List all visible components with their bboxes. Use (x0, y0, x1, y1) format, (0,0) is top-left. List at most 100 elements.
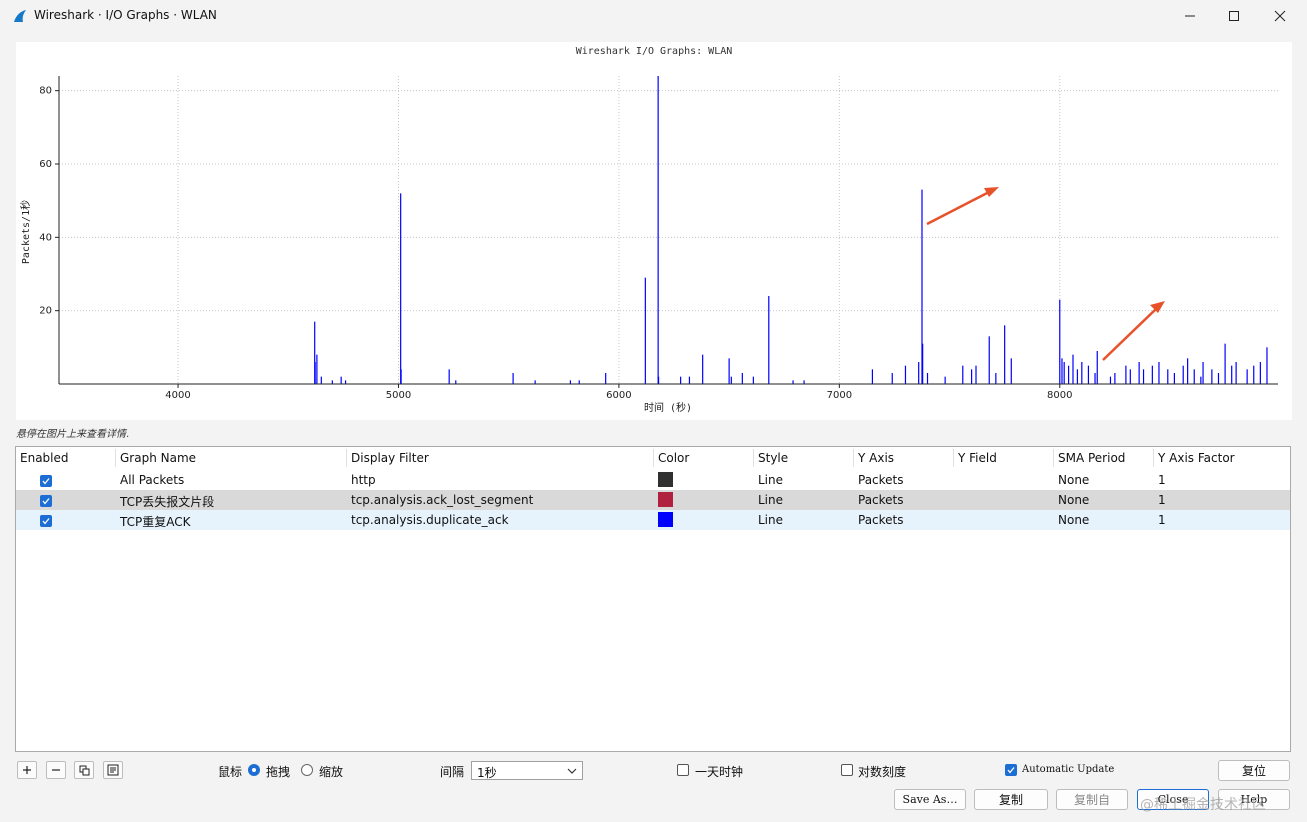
x-tick-label: 6000 (606, 390, 631, 401)
auto-update-checkbox[interactable] (1005, 764, 1017, 776)
y-tick-label: 20 (39, 306, 52, 317)
maximize-icon (1229, 11, 1239, 21)
close-window-button[interactable] (1258, 4, 1302, 28)
clear-graphs-button[interactable] (103, 761, 123, 779)
sma-period: None (1058, 493, 1090, 507)
sma-period: None (1058, 513, 1090, 527)
ticks: 4000 5000 6000 7000 8000 20 40 60 80 (39, 86, 1072, 401)
color-swatch[interactable] (658, 492, 673, 507)
y-axis-factor: 1 (1158, 513, 1166, 527)
plus-icon (23, 766, 31, 774)
y-axis: Packets (858, 473, 904, 487)
drag-label[interactable]: 拖拽 (266, 763, 290, 780)
col-display-filter[interactable]: Display Filter (351, 451, 429, 467)
col-y-field[interactable]: Y Field (958, 451, 997, 467)
col-style[interactable]: Style (758, 451, 788, 467)
interval-value: 1秒 (477, 766, 497, 780)
y-axis: Packets (858, 493, 904, 507)
x-tick-label: 4000 (165, 390, 190, 401)
check-icon (42, 498, 50, 505)
remove-graph-button[interactable] (46, 761, 66, 779)
graph-table[interactable]: Enabled Graph Name Display Filter Color … (15, 446, 1291, 752)
time-of-day-label[interactable]: 一天时钟 (695, 763, 743, 780)
graph-name: TCP重复ACK (120, 515, 191, 529)
add-graph-button[interactable] (17, 761, 37, 779)
x-tick-label: 8000 (1047, 390, 1072, 401)
annotation-arrow-upper (926, 187, 999, 226)
enabled-checkbox[interactable] (40, 495, 52, 507)
watermark: @稀土掘金技术社区 (1140, 797, 1266, 813)
annotation-arrow-lower (1102, 301, 1165, 361)
io-graph-plot[interactable]: Wireshark I/O Graphs: WLAN 4000 5000 6000 7… (16, 42, 1292, 420)
minimize-button[interactable] (1168, 4, 1212, 28)
col-y-axis-factor[interactable]: Y Axis Factor (1158, 451, 1235, 467)
reset-button[interactable]: 复位 (1218, 760, 1290, 781)
y-tick-label: 40 (39, 232, 52, 243)
save-as-button[interactable]: Save As… (894, 789, 966, 810)
mouse-label: 鼠标 (218, 765, 243, 779)
log-scale-checkbox[interactable] (841, 764, 853, 776)
minus-icon (52, 769, 60, 771)
hover-hint: 悬停在图片上来查看详情. (16, 429, 130, 440)
sma-period: None (1058, 473, 1090, 487)
maximize-button[interactable] (1212, 4, 1256, 28)
y-axis-factor: 1 (1158, 473, 1166, 487)
interval-select[interactable]: 1秒 (471, 761, 583, 780)
x-tick-label: 7000 (827, 390, 852, 401)
axes (58, 76, 1278, 385)
data-bars (314, 76, 1268, 384)
time-of-day-checkbox[interactable] (677, 764, 689, 776)
graph-name: TCP丢失报文片段 (120, 495, 215, 509)
chevron-down-icon (567, 768, 577, 774)
interval-label: 间隔 (440, 765, 465, 779)
color-swatch[interactable] (658, 512, 673, 527)
table-row[interactable]: TCP丢失报文片段 tcp.analysis.ack_lost_segment … (16, 490, 1290, 510)
display-filter: http (351, 473, 376, 487)
copy-button[interactable]: 复制 (974, 789, 1048, 810)
check-icon (1007, 767, 1015, 774)
display-filter: tcp.analysis.ack_lost_segment (351, 493, 534, 507)
list-clear-icon (107, 764, 119, 776)
close-icon (1274, 10, 1286, 22)
auto-update-label[interactable]: Automatic Update (1022, 764, 1114, 775)
col-enabled[interactable]: Enabled (20, 451, 69, 467)
enabled-checkbox[interactable] (40, 515, 52, 527)
x-tick-label: 5000 (386, 390, 411, 401)
col-color[interactable]: Color (658, 451, 689, 467)
zoom-radio[interactable] (301, 764, 313, 776)
copy-graph-button[interactable] (74, 761, 94, 779)
table-row[interactable]: All Packets http Line Packets None 1 (16, 470, 1290, 490)
minimize-icon (1185, 15, 1195, 17)
x-axis-label: 时间 (秒) (644, 401, 692, 414)
y-axis: Packets (858, 513, 904, 527)
style: Line (758, 513, 784, 527)
y-tick-label: 80 (39, 86, 52, 97)
io-graph-svg: Wireshark I/O Graphs: WLAN 4000 5000 6000 7… (19, 46, 1278, 414)
y-axis-label: Packets/1秒 (19, 200, 32, 264)
display-filter: tcp.analysis.duplicate_ack (351, 513, 509, 527)
check-icon (42, 518, 50, 525)
color-swatch[interactable] (658, 472, 673, 487)
copy-from-button[interactable]: 复制自 (1056, 789, 1128, 810)
col-y-axis[interactable]: Y Axis (858, 451, 894, 467)
table-row[interactable]: TCP重复ACK tcp.analysis.duplicate_ack Line… (16, 510, 1290, 530)
col-graph-name[interactable]: Graph Name (120, 451, 196, 467)
y-tick-label: 60 (39, 159, 52, 170)
title-bar: Wireshark · I/O Graphs · WLAN (0, 0, 1307, 32)
grid (59, 76, 1278, 384)
style: Line (758, 493, 784, 507)
enabled-checkbox[interactable] (40, 475, 52, 487)
window-title: Wireshark · I/O Graphs · WLAN (34, 8, 217, 22)
y-axis-factor: 1 (1158, 493, 1166, 507)
col-sma-period[interactable]: SMA Period (1058, 451, 1125, 467)
zoom-label[interactable]: 缩放 (319, 763, 343, 780)
copy-icon (79, 765, 89, 775)
wireshark-fin-icon (14, 10, 26, 22)
table-header: Enabled Graph Name Display Filter Color … (16, 447, 1290, 469)
check-icon (42, 478, 50, 485)
chart-title: Wireshark I/O Graphs: WLAN (576, 46, 733, 57)
graph-name: All Packets (120, 473, 185, 487)
log-scale-label[interactable]: 对数刻度 (858, 763, 906, 780)
drag-radio[interactable] (248, 764, 260, 776)
style: Line (758, 473, 784, 487)
